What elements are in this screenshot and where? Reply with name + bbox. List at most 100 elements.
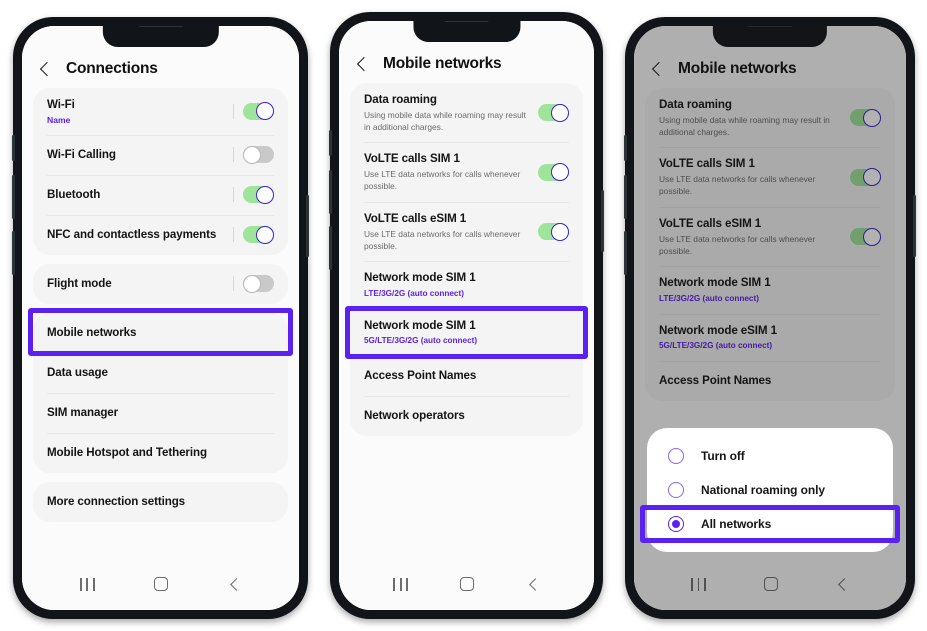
phone-3-silent-switch[interactable] bbox=[624, 135, 627, 161]
phone-2-volume-up-button[interactable] bbox=[329, 170, 332, 214]
nfc-toggle[interactable] bbox=[243, 225, 274, 244]
home-icon[interactable] bbox=[154, 577, 169, 591]
list-item-text: Data roaming Using mobile data while roa… bbox=[364, 83, 530, 142]
phone-2-power-button[interactable] bbox=[601, 190, 604, 252]
divider bbox=[233, 187, 234, 203]
list-item-text: Network mode SIM 1 5G/LTE/3G/2G (auto co… bbox=[364, 309, 569, 356]
list-item-text: Wi-Fi Calling bbox=[47, 138, 225, 172]
radio-option-turn-off[interactable]: Turn off bbox=[647, 439, 893, 473]
phone-1-settings-list[interactable]: Wi-Fi Name Wi-Fi Calling Bluetooth NFC a… bbox=[22, 88, 299, 566]
wifi-toggle[interactable] bbox=[243, 102, 274, 121]
list-item-sim-manager[interactable]: SIM manager bbox=[33, 392, 288, 433]
phone-1-power-button[interactable] bbox=[306, 195, 309, 257]
list-item-text: Network operators bbox=[364, 399, 569, 433]
list-item-text: Network mode SIM 1 LTE/3G/2G (auto conne… bbox=[364, 261, 569, 308]
list-item-wifi[interactable]: Wi-Fi Name bbox=[33, 88, 288, 135]
phone-2-mobile-networks-screen: Mobile networks Data roaming Using mobil… bbox=[339, 21, 594, 610]
list-item-subtitle: LTE/3G/2G (auto connect) bbox=[364, 289, 464, 299]
list-item-title: SIM manager bbox=[47, 406, 119, 420]
list-item-title: Data roaming bbox=[364, 93, 437, 106]
highlighted-row-wrapper: Network mode SIM 1 5G/LTE/3G/2G (auto co… bbox=[345, 305, 588, 360]
list-item-title: Access Point Names bbox=[364, 369, 477, 383]
phone-2-frame: Mobile networks Data roaming Using mobil… bbox=[329, 12, 604, 619]
phone-3-frame: Mobile networks Data roaming Using mobil… bbox=[624, 17, 916, 619]
page-title: Connections bbox=[66, 60, 158, 77]
list-item-network-mode-sim1-b[interactable]: Network mode SIM 1 5G/LTE/3G/2G (auto co… bbox=[350, 309, 583, 356]
phone-2-navbar bbox=[339, 566, 594, 610]
divider bbox=[233, 227, 234, 243]
data-roaming-options-dialog: Turn off National roaming only All netwo… bbox=[640, 428, 900, 552]
phone-2-screen: Mobile networks Data roaming Using mobil… bbox=[339, 21, 594, 610]
list-item-data-usage[interactable]: Data usage bbox=[33, 352, 288, 393]
toggle-wrapper bbox=[225, 145, 274, 164]
list-item-mobile-networks[interactable]: Mobile networks bbox=[33, 313, 288, 353]
list-item-nfc[interactable]: NFC and contactless payments bbox=[33, 214, 288, 255]
toggle-wrapper bbox=[225, 102, 274, 121]
list-item-data-roaming[interactable]: Data roaming Using mobile data while roa… bbox=[350, 83, 583, 142]
list-item-subtitle: 5G/LTE/3G/2G (auto connect) bbox=[364, 336, 478, 346]
more-settings-card: More connection settings bbox=[33, 481, 288, 522]
back-chevron-icon[interactable] bbox=[38, 62, 53, 77]
divider bbox=[233, 103, 234, 119]
radio-unselected-icon[interactable] bbox=[668, 448, 684, 464]
phone-2-volume-down-button[interactable] bbox=[329, 226, 332, 270]
list-item-text: Flight mode bbox=[47, 267, 225, 301]
phone-3-screen: Mobile networks Data roaming Using mobil… bbox=[634, 26, 906, 610]
list-item-text: Mobile networks bbox=[47, 316, 274, 350]
list-item-title: Flight mode bbox=[47, 277, 112, 291]
list-item-volte-esim1[interactable]: VoLTE calls eSIM 1 Use LTE data networks… bbox=[350, 201, 583, 261]
list-item-text: Wi-Fi Name bbox=[47, 88, 225, 135]
list-item-text: Bluetooth bbox=[47, 178, 225, 212]
bluetooth-toggle[interactable] bbox=[243, 185, 274, 204]
toggle-wrapper bbox=[530, 103, 569, 122]
data-roaming-toggle[interactable] bbox=[538, 103, 569, 122]
wifi-calling-toggle[interactable] bbox=[243, 145, 274, 164]
list-item-title: Mobile Hotspot and Tethering bbox=[47, 446, 207, 460]
back-icon[interactable] bbox=[527, 578, 540, 591]
flight-mode-toggle[interactable] bbox=[243, 274, 274, 293]
radio-option-national-roaming-only[interactable]: National roaming only bbox=[647, 473, 893, 507]
volte-esim1-toggle[interactable] bbox=[538, 222, 569, 241]
home-icon[interactable] bbox=[460, 577, 475, 591]
phone-2-silent-switch[interactable] bbox=[329, 130, 332, 156]
list-item-title: Network mode SIM 1 bbox=[364, 318, 476, 332]
radio-option-label: All networks bbox=[701, 517, 772, 531]
divider bbox=[233, 276, 234, 292]
screenshot-stage: Connections Wi-Fi Name Wi-Fi Calling Blu… bbox=[0, 0, 927, 631]
phone-1-volume-down-button[interactable] bbox=[12, 231, 15, 275]
toggle-wrapper bbox=[225, 185, 274, 204]
list-item-bluetooth[interactable]: Bluetooth bbox=[33, 174, 288, 215]
list-item-wifi-calling[interactable]: Wi-Fi Calling bbox=[33, 134, 288, 175]
list-item-text: VoLTE calls eSIM 1 Use LTE data networks… bbox=[364, 202, 530, 261]
list-item-access-point-names[interactable]: Access Point Names bbox=[350, 356, 583, 396]
connectivity-card: Wi-Fi Name Wi-Fi Calling Bluetooth NFC a… bbox=[33, 88, 288, 255]
volte-sim1-toggle[interactable] bbox=[538, 163, 569, 182]
phone-1-volume-up-button[interactable] bbox=[12, 175, 15, 219]
phone-3-volume-up-button[interactable] bbox=[624, 175, 627, 219]
list-item-network-mode-sim1-a[interactable]: Network mode SIM 1 LTE/3G/2G (auto conne… bbox=[350, 261, 583, 308]
phone-1-silent-switch[interactable] bbox=[12, 135, 15, 161]
list-item-flight-mode[interactable]: Flight mode bbox=[33, 264, 288, 304]
list-item-subtitle: Use LTE data networks for calls whenever… bbox=[364, 228, 521, 251]
list-item-more-connection-settings[interactable]: More connection settings bbox=[33, 482, 288, 522]
list-item-subtitle: Name bbox=[47, 114, 71, 125]
list-item-hotspot-tethering[interactable]: Mobile Hotspot and Tethering bbox=[33, 432, 288, 473]
list-item-title: Network mode SIM 1 bbox=[364, 271, 476, 285]
radio-selected-icon[interactable] bbox=[668, 516, 684, 532]
recent-apps-icon[interactable] bbox=[79, 577, 95, 591]
page-title: Mobile networks bbox=[383, 55, 502, 72]
list-item-title: More connection settings bbox=[47, 495, 186, 509]
list-item-volte-sim1[interactable]: VoLTE calls SIM 1 Use LTE data networks … bbox=[350, 142, 583, 201]
phone-2-settings-list[interactable]: Data roaming Using mobile data while roa… bbox=[339, 83, 594, 566]
radio-unselected-icon[interactable] bbox=[668, 482, 684, 498]
recent-apps-icon[interactable] bbox=[393, 577, 409, 591]
phone-3-volume-down-button[interactable] bbox=[624, 231, 627, 275]
list-item-title: Wi-Fi Calling bbox=[47, 148, 116, 162]
list-item-text: More connection settings bbox=[47, 485, 274, 519]
back-chevron-icon[interactable] bbox=[355, 57, 370, 72]
phone-1-frame: Connections Wi-Fi Name Wi-Fi Calling Blu… bbox=[12, 17, 309, 619]
back-icon[interactable] bbox=[228, 578, 241, 591]
radio-option-all-networks[interactable]: All networks bbox=[640, 505, 900, 543]
list-item-network-operators[interactable]: Network operators bbox=[350, 396, 583, 436]
phone-3-power-button[interactable] bbox=[913, 195, 916, 257]
